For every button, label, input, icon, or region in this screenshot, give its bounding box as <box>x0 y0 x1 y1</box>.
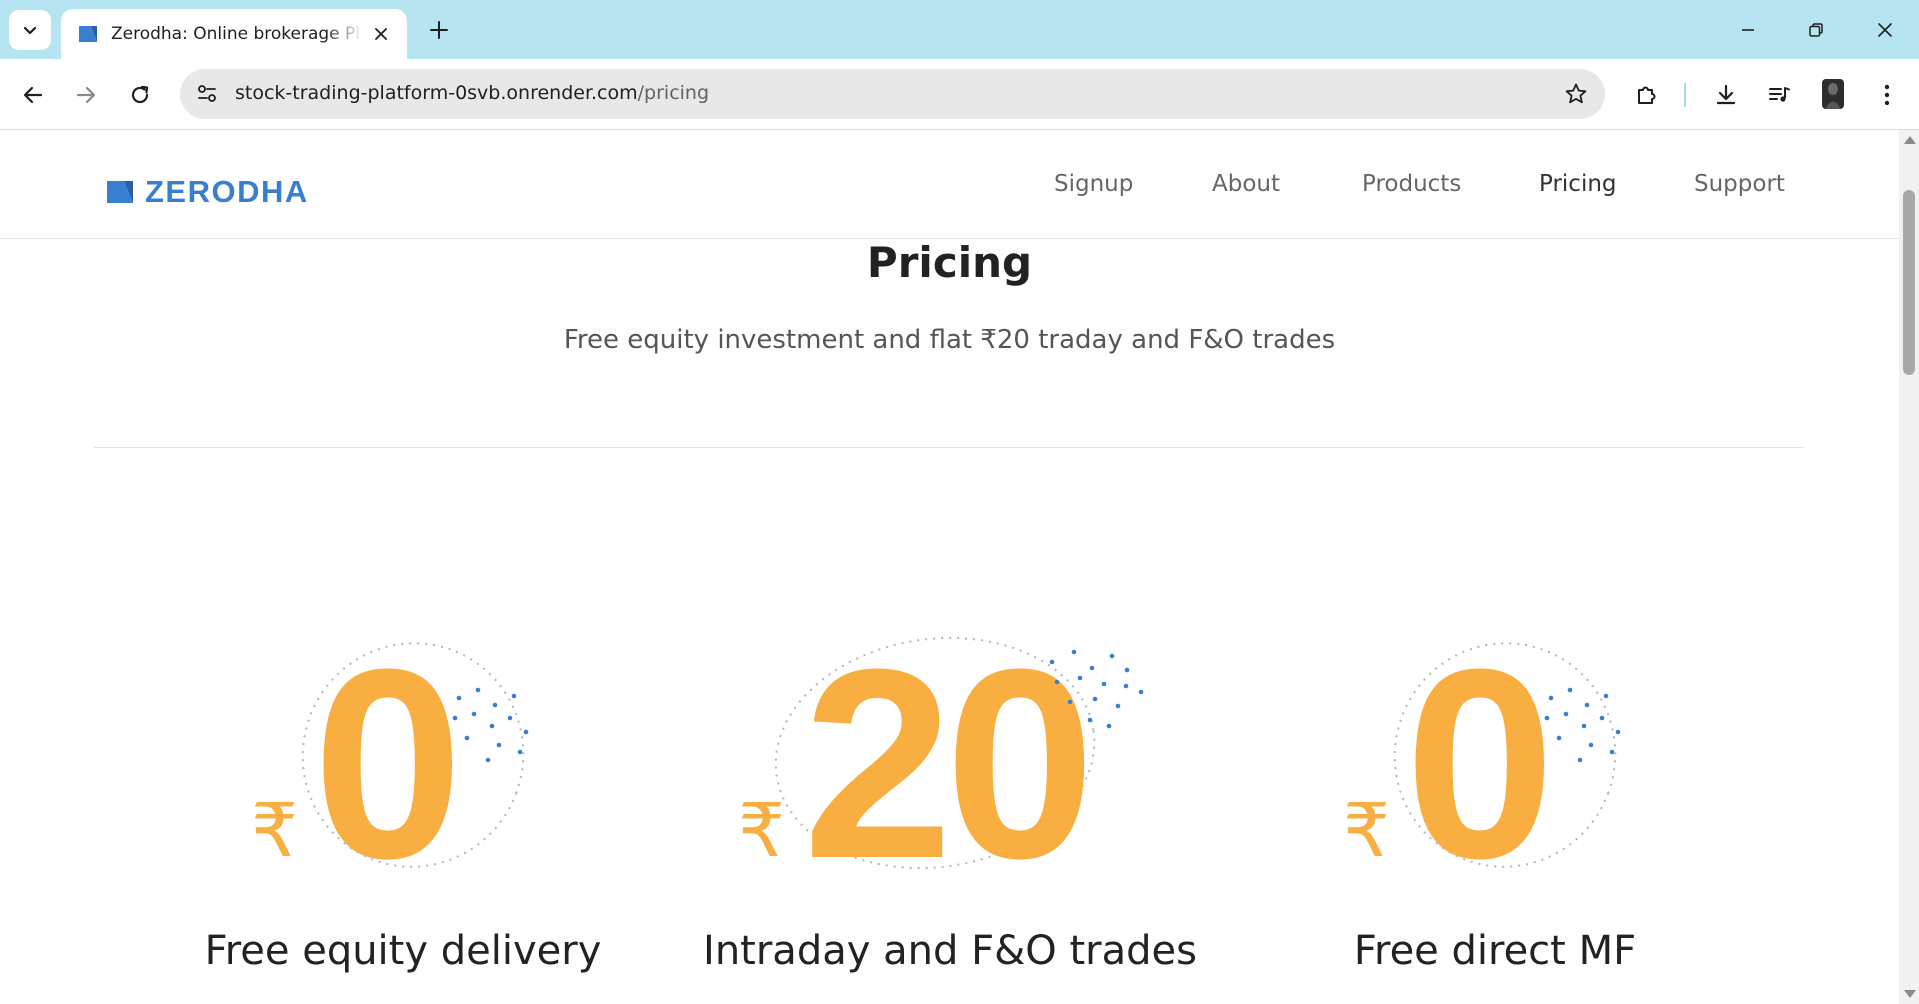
scrollbar-thumb[interactable] <box>1903 190 1915 375</box>
price-illustration: ₹ 0 <box>1343 620 1621 880</box>
url-path: /pricing <box>637 82 710 104</box>
scroll-down-icon[interactable] <box>1904 990 1916 998</box>
restore-icon <box>1809 23 1823 37</box>
browser-toolbar: stock-trading-platform-0svb.onrender.com… <box>0 59 1919 130</box>
currency-symbol: ₹ <box>1343 788 1390 874</box>
address-bar[interactable]: stock-trading-platform-0svb.onrender.com… <box>180 69 1605 119</box>
reload-icon <box>131 85 149 104</box>
tune-icon[interactable] <box>194 81 220 107</box>
new-tab-button[interactable] <box>423 14 455 46</box>
avatar[interactable] <box>1818 77 1848 111</box>
arrow-left-icon <box>23 86 43 104</box>
nav-link-support[interactable]: Support <box>1694 171 1785 197</box>
pricing-card-equity-delivery: ₹ 0 Free equity delivery <box>143 620 663 1004</box>
pricing-card-label: Intraday and F&O trades <box>703 928 1197 974</box>
minimize-icon <box>1742 29 1754 31</box>
downloads-button[interactable] <box>1708 77 1744 113</box>
close-icon <box>1878 23 1892 37</box>
forward-button[interactable] <box>68 77 104 113</box>
page-viewport: ZERODHA Signup About Products Pricing Su… <box>0 130 1919 1004</box>
tab-title: Zerodha: Online brokerage Platform <box>111 24 363 44</box>
scroll-up-icon[interactable] <box>1904 136 1916 144</box>
url-text[interactable]: stock-trading-platform-0svb.onrender.com… <box>235 82 709 104</box>
nav-links: Signup About Products Pricing Support <box>0 171 1899 211</box>
browser-tab-strip: Zerodha: Online brokerage Platform <box>0 0 1919 59</box>
page-title: Pricing <box>866 238 1033 287</box>
price-amount: 20 <box>803 620 1087 880</box>
price-amount: 0 <box>1405 620 1555 880</box>
nav-link-signup[interactable]: Signup <box>1054 171 1133 197</box>
nav-link-about[interactable]: About <box>1212 171 1280 197</box>
media-control-icon <box>1769 87 1790 102</box>
media-control-button[interactable] <box>1761 77 1797 113</box>
plus-icon <box>430 21 448 39</box>
nav-link-pricing[interactable]: Pricing <box>1539 171 1617 197</box>
toolbar-separator <box>1684 83 1686 107</box>
pricing-card-direct-mf: ₹ 0 Free direct MF <box>1235 620 1755 1004</box>
star-icon[interactable] <box>1563 81 1589 107</box>
page-scrollbar[interactable] <box>1899 130 1919 1004</box>
zerodha-favicon-icon <box>77 23 99 45</box>
download-icon <box>1716 84 1736 105</box>
browser-tab[interactable]: Zerodha: Online brokerage Platform <box>61 9 407 59</box>
puzzle-icon <box>1638 86 1656 104</box>
browser-menu-button[interactable] <box>1869 77 1905 113</box>
url-host: stock-trading-platform-0svb.onrender.com <box>235 82 638 104</box>
price-amount: 0 <box>313 620 463 880</box>
site-navbar: ZERODHA Signup About Products Pricing Su… <box>0 130 1899 239</box>
price-illustration: ₹ 20 <box>738 620 1144 880</box>
blue-dots <box>1544 687 1621 763</box>
blue-dots <box>452 687 529 763</box>
tab-search-button[interactable] <box>9 10 51 50</box>
back-button[interactable] <box>15 77 51 113</box>
extensions-button[interactable] <box>1628 77 1664 113</box>
section-divider <box>94 447 1804 448</box>
close-icon[interactable] <box>369 22 393 46</box>
kebab-menu-icon <box>1884 84 1890 106</box>
nav-link-products[interactable]: Products <box>1362 171 1461 197</box>
currency-symbol: ₹ <box>738 788 785 874</box>
page-subtitle: Free equity investment and flat ₹20 trad… <box>563 325 1336 355</box>
close-window-button[interactable] <box>1865 10 1905 50</box>
currency-symbol: ₹ <box>251 788 298 874</box>
pricing-card-label: Free direct MF <box>1353 928 1637 974</box>
pricing-card-label: Free equity delivery <box>204 928 602 974</box>
reload-button[interactable] <box>122 77 158 113</box>
restore-button[interactable] <box>1796 10 1836 50</box>
arrow-right-icon <box>76 86 96 104</box>
price-illustration: ₹ 0 <box>251 620 529 880</box>
chevron-down-icon <box>23 26 37 35</box>
minimize-button[interactable] <box>1728 10 1768 50</box>
pricing-card-intraday: ₹ 20 Intraday and F&O trades <box>690 620 1210 1004</box>
